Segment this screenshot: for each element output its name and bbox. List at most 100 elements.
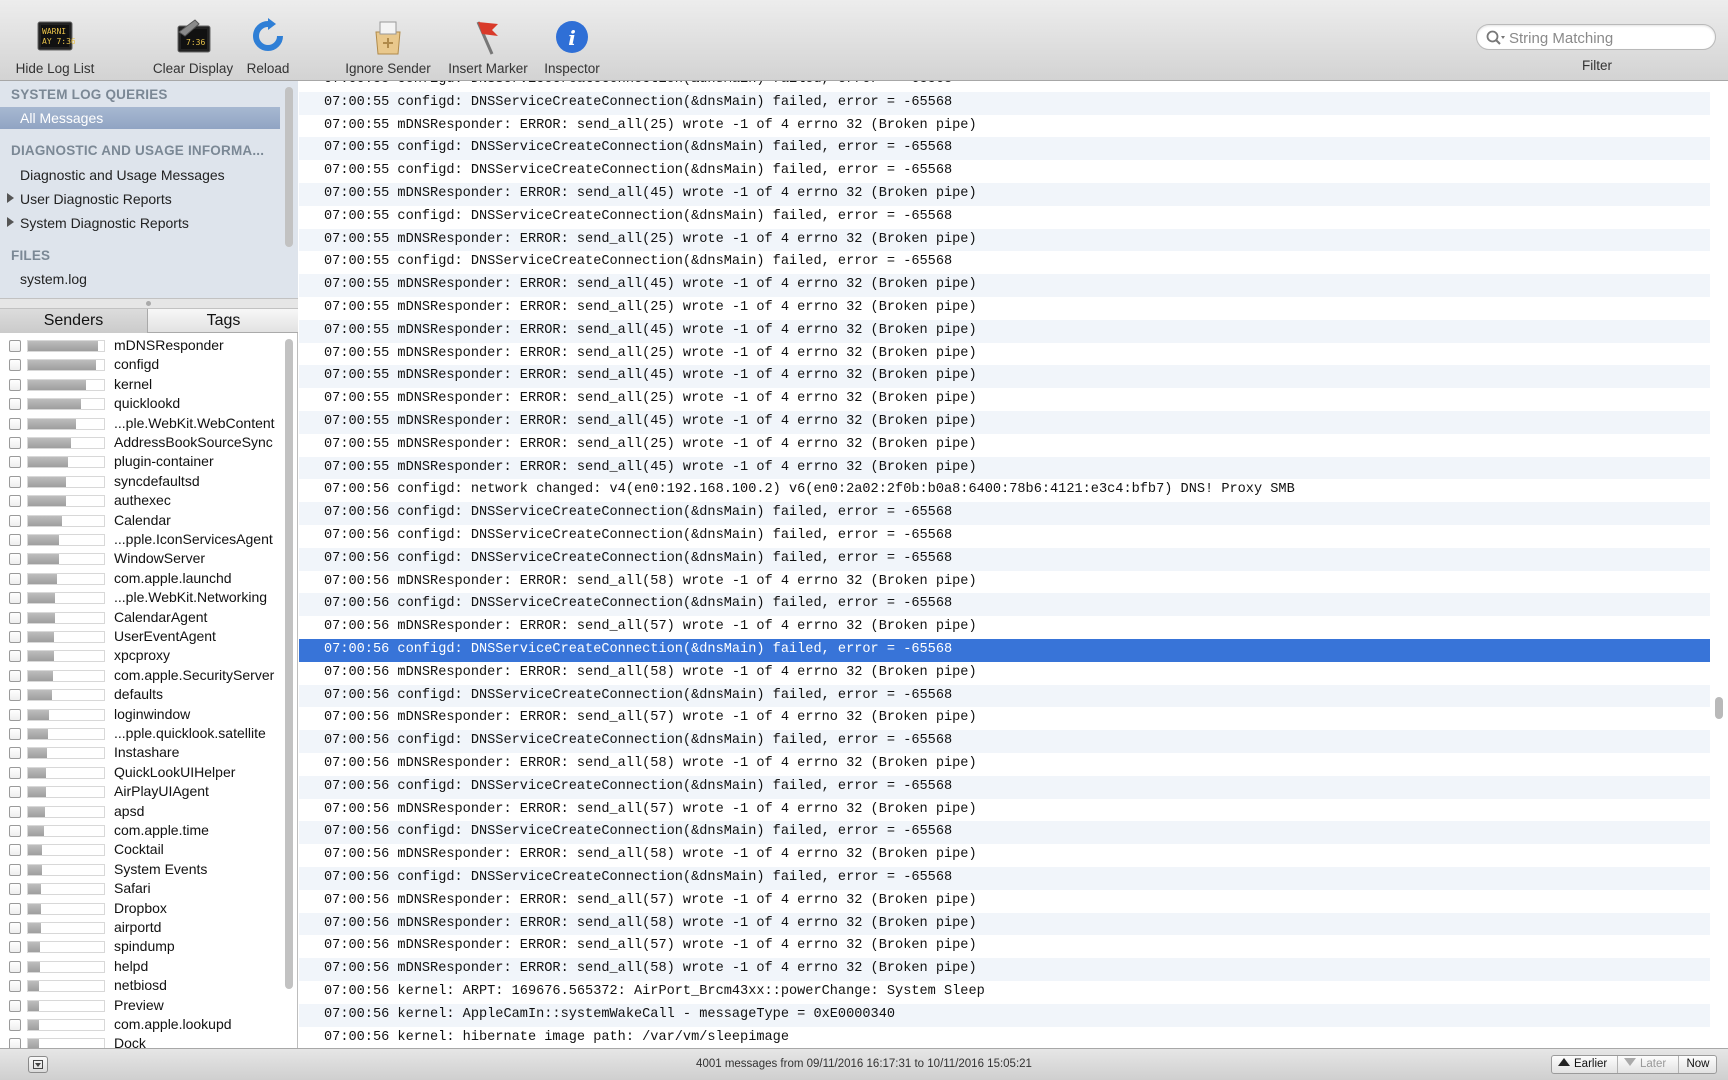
log-row[interactable]: 07:00:55 mDNSResponder: ERROR: send_all(…	[299, 411, 1710, 434]
sender-checkbox[interactable]	[9, 844, 21, 857]
log-scrollbar[interactable]	[1715, 697, 1723, 719]
log-row[interactable]: 07:00:55 mDNSResponder: ERROR: send_all(…	[299, 228, 1710, 252]
log-row[interactable]: 07:00:56 kernel: ARPT: 169676.565372: Ai…	[299, 981, 1710, 1004]
sender-checkbox[interactable]	[9, 825, 21, 837]
sender-checkbox[interactable]	[9, 960, 21, 973]
sender-row[interactable]: Dock	[0, 1034, 282, 1048]
sender-row[interactable]: ...pple.quicklook.satellite	[0, 724, 282, 743]
sidebar-item-all-messages[interactable]: All Messages	[0, 107, 280, 129]
log-row[interactable]: 07:00:55 configd: DNSServiceCreateConnec…	[299, 137, 1710, 161]
log-row[interactable]: 07:00:56 kernel: AppleCamIn::systemWakeC…	[299, 1003, 1710, 1027]
log-row[interactable]: 07:00:56 mDNSResponder: ERROR: send_all(…	[299, 799, 1710, 822]
log-row[interactable]: 07:00:56 configd: DNSServiceCreateConnec…	[299, 502, 1710, 525]
log-row[interactable]: 07:00:56 configd: DNSServiceCreateConnec…	[299, 821, 1710, 845]
log-row[interactable]: 07:00:56 configd: DNSServiceCreateConnec…	[299, 547, 1710, 571]
sender-checkbox[interactable]	[9, 980, 21, 993]
sender-row[interactable]: spindump	[0, 937, 282, 956]
sidebar-item-user-diagnostic-reports[interactable]: User Diagnostic Reports	[20, 191, 172, 207]
sender-row[interactable]: Instashare	[0, 743, 282, 762]
sender-row[interactable]: com.apple.time	[0, 821, 282, 840]
sidebar-item-system-log[interactable]: system.log	[20, 271, 87, 287]
log-row[interactable]: 07:00:55 configd: DNSServiceCreateConnec…	[299, 81, 1710, 92]
log-row[interactable]: 07:00:55 mDNSResponder: ERROR: send_all(…	[299, 115, 1710, 138]
sender-checkbox[interactable]	[9, 650, 21, 663]
inspector-button[interactable]: i Inspector	[540, 18, 604, 76]
sender-checkbox[interactable]	[9, 747, 21, 760]
sender-checkbox[interactable]	[9, 708, 21, 721]
sender-checkbox[interactable]	[9, 922, 21, 934]
sender-checkbox[interactable]	[9, 863, 21, 876]
sender-row[interactable]: ...ple.WebKit.WebContent	[0, 414, 282, 433]
tab-tags[interactable]: Tags	[149, 309, 298, 333]
sender-checkbox[interactable]	[9, 378, 21, 391]
sender-checkbox[interactable]	[9, 902, 21, 915]
log-row[interactable]: 07:00:55 mDNSResponder: ERROR: send_all(…	[299, 456, 1710, 480]
sender-row[interactable]: Calendar	[0, 511, 282, 530]
sender-row[interactable]: com.apple.launchd	[0, 569, 282, 588]
sender-checkbox[interactable]	[9, 883, 21, 896]
sender-checkbox[interactable]	[9, 611, 21, 624]
sender-row[interactable]: Safari	[0, 879, 282, 898]
sender-checkbox[interactable]	[9, 553, 21, 566]
log-row[interactable]: 07:00:56 configd: DNSServiceCreateConnec…	[299, 525, 1710, 548]
log-row-selected[interactable]: 07:00:56 configd: DNSServiceCreateConnec…	[299, 639, 1710, 662]
log-row[interactable]: 07:00:56 mDNSResponder: ERROR: send_all(…	[299, 844, 1710, 867]
sender-row[interactable]: mDNSResponder	[0, 336, 282, 355]
sender-checkbox[interactable]	[9, 786, 21, 799]
sender-checkbox[interactable]	[9, 437, 21, 449]
log-row[interactable]: 07:00:55 mDNSResponder: ERROR: send_all(…	[299, 365, 1710, 389]
reload-button[interactable]: Reload	[246, 18, 290, 76]
sender-checkbox[interactable]	[9, 999, 21, 1012]
sender-list-scrollbar[interactable]	[285, 339, 293, 989]
sender-checkbox[interactable]	[9, 1019, 21, 1031]
sender-checkbox[interactable]	[9, 805, 21, 818]
sender-checkbox[interactable]	[9, 456, 21, 469]
log-row[interactable]: 07:00:55 mDNSResponder: ERROR: send_all(…	[299, 319, 1710, 343]
sender-row[interactable]: airportd	[0, 918, 282, 937]
sender-row[interactable]: quicklookd	[0, 394, 282, 413]
log-row[interactable]: 07:00:56 configd: DNSServiceCreateConnec…	[299, 730, 1710, 753]
sender-row[interactable]: helpd	[0, 957, 282, 976]
sender-checkbox[interactable]	[9, 766, 21, 779]
sender-checkbox[interactable]	[9, 475, 21, 488]
sender-row[interactable]: Dropbox	[0, 899, 282, 918]
log-row[interactable]: 07:00:56 configd: DNSServiceCreateConnec…	[299, 593, 1710, 617]
search-field[interactable]	[1476, 24, 1716, 50]
sender-row[interactable]: Preview	[0, 996, 282, 1015]
sender-row[interactable]: syncdefaultsd	[0, 472, 282, 491]
sidebar-item-system-diagnostic-reports[interactable]: System Diagnostic Reports	[20, 215, 189, 231]
log-row[interactable]: 07:00:55 mDNSResponder: ERROR: send_all(…	[299, 183, 1710, 206]
sender-row[interactable]: com.apple.lookupd	[0, 1015, 282, 1034]
log-row[interactable]: 07:00:55 mDNSResponder: ERROR: send_all(…	[299, 297, 1710, 320]
sender-row[interactable]: plugin-container	[0, 452, 282, 471]
sender-row[interactable]: CalendarAgent	[0, 608, 282, 627]
log-row[interactable]: 07:00:56 configd: DNSServiceCreateConnec…	[299, 775, 1710, 799]
sender-row[interactable]: UserEventAgent	[0, 627, 282, 646]
sender-row[interactable]: AirPlayUIAgent	[0, 782, 282, 801]
log-row[interactable]: 07:00:56 mDNSResponder: ERROR: send_all(…	[299, 935, 1710, 958]
sender-checkbox[interactable]	[9, 398, 21, 411]
sender-row[interactable]: kernel	[0, 375, 282, 394]
disclosure-triangle-icon[interactable]	[7, 193, 14, 203]
log-row[interactable]: 07:00:56 mDNSResponder: ERROR: send_all(…	[299, 571, 1710, 594]
log-row[interactable]: 07:00:55 mDNSResponder: ERROR: send_all(…	[299, 434, 1710, 457]
log-row[interactable]: 07:00:55 configd: DNSServiceCreateConnec…	[299, 206, 1710, 229]
sender-checkbox[interactable]	[9, 572, 21, 585]
hide-log-list-button[interactable]: WARNI AY 7:36 Hide Log List	[12, 18, 98, 76]
sender-row[interactable]: authexec	[0, 491, 282, 510]
log-row[interactable]: 07:00:55 mDNSResponder: ERROR: send_all(…	[299, 343, 1710, 366]
log-row[interactable]: 07:00:56 configd: DNSServiceCreateConnec…	[299, 867, 1710, 890]
sender-checkbox[interactable]	[9, 359, 21, 372]
sender-row[interactable]: AddressBookSourceSync	[0, 433, 282, 452]
sender-row[interactable]: ...ple.WebKit.Networking	[0, 588, 282, 607]
sender-checkbox[interactable]	[9, 592, 21, 605]
sender-checkbox[interactable]	[9, 534, 21, 546]
sender-checkbox[interactable]	[9, 728, 21, 740]
log-row[interactable]: 07:00:56 kernel: hibernate image path: /…	[299, 1027, 1710, 1048]
clear-display-button[interactable]: 7:36 Clear Display	[150, 18, 236, 76]
sender-checkbox[interactable]	[9, 340, 21, 352]
sender-checkbox[interactable]	[9, 495, 21, 508]
log-row[interactable]: 07:00:56 mDNSResponder: ERROR: send_all(…	[299, 707, 1710, 730]
sender-row[interactable]: netbiosd	[0, 976, 282, 995]
sender-checkbox[interactable]	[9, 514, 21, 527]
